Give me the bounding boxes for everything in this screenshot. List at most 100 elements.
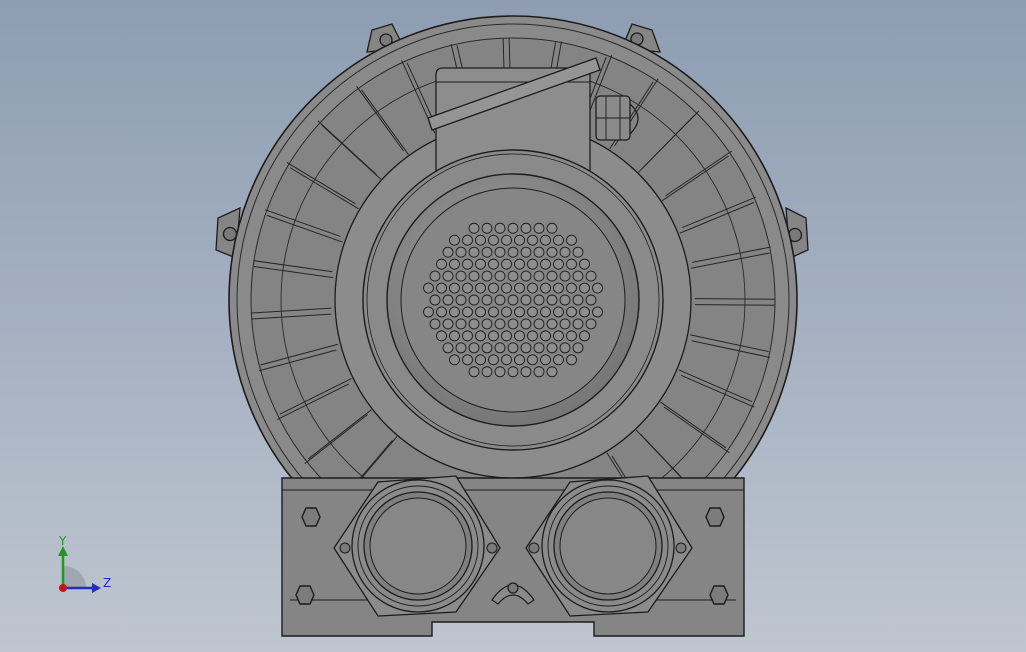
vent-hole-110	[475, 330, 486, 342]
vent-hole-52	[585, 270, 597, 282]
vent-hole-37	[553, 258, 564, 270]
vent-hole-40	[429, 270, 441, 282]
vent-hole-33	[501, 258, 512, 270]
vent-hole-122	[481, 342, 493, 354]
vent-hole-113	[514, 330, 525, 342]
vent-hole-128	[559, 342, 571, 354]
vent-hole-31	[475, 258, 486, 270]
vent-hole-65	[579, 282, 590, 294]
vent-hole-101	[520, 318, 532, 330]
vent-hole-111	[488, 330, 499, 342]
vent-hole-12	[514, 234, 525, 246]
vent-hole-139	[566, 354, 577, 366]
vent-hole-57	[475, 282, 486, 294]
vent-hole-72	[494, 294, 506, 306]
vent-hole-32	[488, 258, 499, 270]
vent-hole-114	[527, 330, 538, 342]
vent-hole-126	[533, 342, 545, 354]
vent-hole-15	[553, 234, 564, 246]
triad-arc	[64, 566, 86, 588]
vent-hole-6	[546, 222, 558, 234]
vent-hole-123	[494, 342, 506, 354]
vent-hole-105	[572, 318, 584, 330]
vent-hole-117	[566, 330, 577, 342]
vent-hole-86	[501, 306, 512, 318]
vent-hole-104	[559, 318, 571, 330]
vent-hole-95	[442, 318, 454, 330]
vent-hole-92	[579, 306, 590, 318]
vent-hole-106	[585, 318, 597, 330]
vent-hole-87	[514, 306, 525, 318]
vent-hole-100	[507, 318, 519, 330]
vent-hole-13	[527, 234, 538, 246]
vent-hole-24	[533, 246, 545, 258]
triad-z-arrowhead	[92, 583, 101, 593]
vent-hole-68	[442, 294, 454, 306]
vent-hole-96	[455, 318, 467, 330]
vent-hole-81	[436, 306, 447, 318]
vent-hole-133	[488, 354, 499, 366]
vent-hole-7	[449, 234, 460, 246]
vent-hole-61	[527, 282, 538, 294]
vent-hole-131	[462, 354, 473, 366]
vent-hole-103	[546, 318, 558, 330]
vent-hole-5	[533, 222, 545, 234]
base-bolt-left-top	[301, 507, 321, 527]
triad-z-label: Z	[103, 576, 111, 590]
vent-hole-10	[488, 234, 499, 246]
vent-hole-16	[566, 234, 577, 246]
vent-hole-140	[468, 366, 480, 378]
coordinate-triad[interactable]: Y Z	[58, 534, 111, 593]
vent-hole-8	[462, 234, 473, 246]
vent-hole-143	[507, 366, 519, 378]
vent-hole-79	[585, 294, 597, 306]
vent-hole-42	[455, 270, 467, 282]
vent-hole-46	[507, 270, 519, 282]
vent-hole-56	[462, 282, 473, 294]
vent-hole-70	[468, 294, 480, 306]
vent-hole-9	[475, 234, 486, 246]
vent-hole-28	[436, 258, 447, 270]
triad-origin	[59, 584, 67, 592]
vent-hole-30	[462, 258, 473, 270]
vent-hole-77	[559, 294, 571, 306]
vent-hole-44	[481, 270, 493, 282]
vent-hole-141	[481, 366, 493, 378]
vent-hole-107	[436, 330, 447, 342]
vent-hole-109	[462, 330, 473, 342]
ring-blower-front-view[interactable]: Y Z	[0, 0, 1026, 652]
vent-hole-20	[481, 246, 493, 258]
vent-hole-47	[520, 270, 532, 282]
vent-hole-116	[553, 330, 564, 342]
vent-hole-55	[449, 282, 460, 294]
vent-hole-39	[579, 258, 590, 270]
base-bolt-left-bottom	[295, 585, 315, 605]
vent-hole-53	[423, 282, 434, 294]
cad-viewport[interactable]: Y Z	[0, 0, 1026, 652]
vent-hole-3	[507, 222, 519, 234]
vent-hole-146	[546, 366, 558, 378]
vent-hole-85	[488, 306, 499, 318]
fin-line-11	[695, 304, 776, 306]
lug-hole-left	[222, 226, 238, 242]
vent-hole-0	[468, 222, 480, 234]
vent-hole-90	[553, 306, 564, 318]
vent-hole-142	[494, 366, 506, 378]
vent-hole-49	[546, 270, 558, 282]
vent-hole-36	[540, 258, 551, 270]
vent-hole-19	[468, 246, 480, 258]
vent-hole-102	[533, 318, 545, 330]
vent-hole-124	[507, 342, 519, 354]
vent-hole-1	[481, 222, 493, 234]
vent-hole-67	[429, 294, 441, 306]
vent-hole-45	[494, 270, 506, 282]
vent-hole-51	[572, 270, 584, 282]
vent-hole-11	[501, 234, 512, 246]
base-bolt-right-top	[705, 507, 725, 527]
vent-hole-82	[449, 306, 460, 318]
vent-hole-25	[546, 246, 558, 258]
vent-hole-88	[527, 306, 538, 318]
fin-line-10	[694, 298, 775, 300]
vent-hole-14	[540, 234, 551, 246]
vent-hole-80	[423, 306, 434, 318]
